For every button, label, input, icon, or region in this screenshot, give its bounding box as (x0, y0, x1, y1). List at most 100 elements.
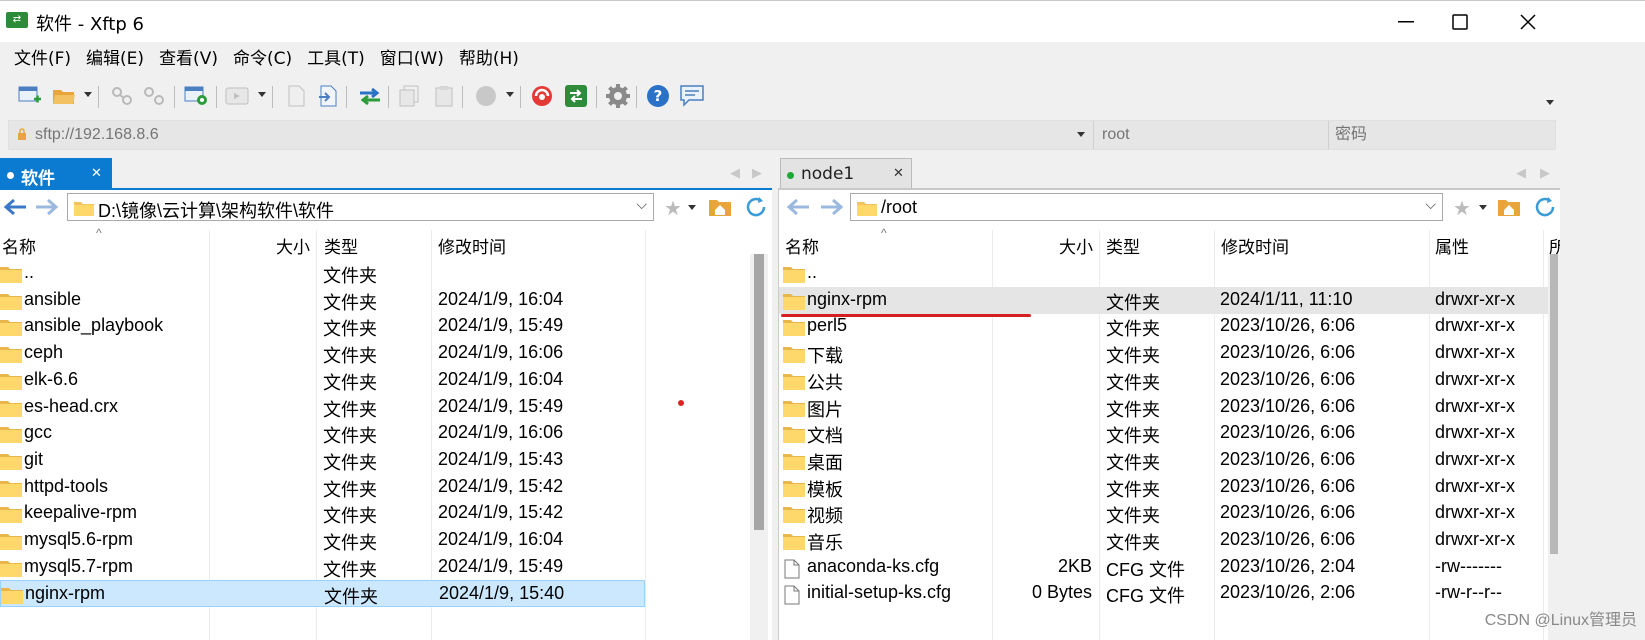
table-row[interactable]: 图片文件夹2023/10/26, 6:06drwxr-xr-xro (779, 394, 1560, 421)
table-row[interactable]: .. (779, 260, 1560, 287)
local-vertical-scrollbar[interactable] (750, 254, 768, 640)
encoding-dropdown-icon[interactable] (506, 92, 514, 97)
scrollbar-thumb[interactable] (1550, 254, 1558, 554)
column-type[interactable]: 类型 (324, 233, 358, 258)
chevron-down-icon[interactable]: ⌵ (636, 197, 647, 213)
connect-button[interactable] (108, 82, 136, 110)
bookmark-dropdown-icon[interactable] (1479, 205, 1487, 210)
menu-window[interactable]: 窗口(W) (380, 44, 444, 74)
copy-button[interactable] (396, 82, 424, 110)
table-row[interactable]: mysql5.7-rpm 文件夹 2024/1/9, 15:49 (0, 554, 748, 581)
menu-tools[interactable]: 工具(T) (307, 44, 365, 74)
menu-file[interactable]: 文件(F) (14, 44, 71, 74)
table-row[interactable]: nginx-rpm文件夹2024/1/11, 11:10drwxr-xr-xro (779, 286, 1560, 314)
bookmark-star-icon[interactable]: ★ (1453, 196, 1471, 220)
column-size[interactable]: 大小 (1059, 233, 1093, 258)
host-history-dropdown-icon[interactable] (1077, 132, 1085, 137)
tab-close-icon[interactable]: ✕ (893, 166, 904, 181)
tab-close-icon[interactable]: ✕ (91, 166, 102, 181)
terminal-dropdown-icon[interactable] (258, 92, 266, 97)
table-row[interactable]: httpd-tools 文件夹 2024/1/9, 15:42 (0, 474, 748, 501)
menu-edit[interactable]: 编辑(E) (86, 44, 144, 74)
table-row[interactable]: git 文件夹 2024/1/9, 15:43 (0, 447, 748, 474)
chevron-down-icon[interactable]: ⌵ (1425, 197, 1436, 213)
refresh-icon[interactable] (744, 196, 768, 218)
host-input[interactable] (35, 121, 1075, 149)
table-row[interactable]: gcc 文件夹 2024/1/9, 16:06 (0, 420, 748, 447)
password-input[interactable] (1335, 121, 1555, 149)
column-attributes[interactable]: 属性 (1435, 233, 1469, 258)
xshell-button[interactable] (528, 82, 556, 110)
table-row[interactable]: initial-setup-ks.cfg 0 Bytes CFG 文件 2023/10… (779, 580, 1560, 607)
table-row[interactable]: 模板文件夹2023/10/26, 6:06drwxr-xr-xro (779, 474, 1560, 501)
new-session-button[interactable] (16, 82, 44, 110)
menu-help[interactable]: 帮助(H) (459, 44, 519, 74)
tab-local[interactable]: 软件 ✕ (0, 158, 112, 190)
column-modified[interactable]: 修改时间 (438, 233, 506, 258)
table-row[interactable]: keepalive-rpm 文件夹 2024/1/9, 15:42 (0, 500, 748, 527)
new-file-button[interactable] (282, 82, 310, 110)
forward-arrow-icon[interactable] (819, 197, 845, 217)
minimize-button[interactable] (1376, 5, 1436, 39)
bookmark-dropdown-icon[interactable] (688, 205, 696, 210)
terminal-button[interactable] (224, 82, 252, 110)
session-settings-button[interactable] (182, 82, 210, 110)
table-row[interactable]: elk-6.6 文件夹 2024/1/9, 16:04 (0, 367, 748, 394)
scrollbar-thumb[interactable] (754, 254, 764, 530)
tab-scroll-left-icon[interactable]: ◀ (1516, 166, 1526, 181)
home-folder-icon[interactable] (708, 197, 732, 217)
help-button[interactable]: ? (644, 82, 672, 110)
toolbar-overflow-icon[interactable] (1546, 100, 1554, 105)
table-row[interactable]: 公共文件夹2023/10/26, 6:06drwxr-xr-xro (779, 367, 1560, 394)
column-type[interactable]: 类型 (1106, 233, 1140, 258)
back-arrow-icon[interactable] (2, 197, 28, 217)
back-arrow-icon[interactable] (785, 197, 811, 217)
username-input[interactable] (1102, 121, 1328, 149)
table-row[interactable]: 视频文件夹2023/10/26, 6:06drwxr-xr-xro (779, 500, 1560, 527)
table-row[interactable]: perl5文件夹2023/10/26, 6:06drwxr-xr-xro (779, 313, 1560, 340)
menu-view[interactable]: 查看(V) (159, 44, 218, 74)
tab-remote[interactable]: node1 ✕ (780, 158, 912, 190)
table-row[interactable]: nginx-rpm 文件夹 2024/1/9, 15:40 (0, 580, 645, 608)
forward-arrow-icon[interactable] (34, 197, 60, 217)
remote-vertical-scrollbar[interactable] (1548, 254, 1560, 640)
column-size[interactable]: 大小 (276, 233, 310, 258)
transfer-button[interactable] (314, 82, 342, 110)
open-folder-button[interactable] (50, 82, 78, 110)
feedback-button[interactable] (678, 82, 706, 110)
local-path-combobox[interactable]: D:\镜像\云计算\架构软件\软件 ⌵ (67, 193, 654, 221)
xftp-button[interactable] (562, 82, 590, 110)
tab-scroll-right-icon[interactable]: ▶ (752, 166, 762, 181)
maximize-button[interactable] (1430, 5, 1490, 39)
table-row[interactable]: 文档文件夹2023/10/26, 6:06drwxr-xr-xro (779, 420, 1560, 447)
tab-scroll-left-icon[interactable]: ◀ (730, 166, 740, 181)
remote-path-combobox[interactable]: /root ⌵ (850, 193, 1443, 221)
table-row[interactable]: 音乐文件夹2023/10/26, 6:06drwxr-xr-xro (779, 527, 1560, 554)
table-row[interactable]: anaconda-ks.cfg 2KB CFG 文件 2023/10/26, 2:04… (779, 554, 1560, 581)
table-row[interactable]: 桌面文件夹2023/10/26, 6:06drwxr-xr-xro (779, 447, 1560, 474)
table-row[interactable]: mysql5.6-rpm 文件夹 2024/1/9, 16:04 (0, 527, 748, 554)
close-button[interactable] (1498, 5, 1558, 39)
home-folder-icon[interactable] (1497, 197, 1521, 217)
tab-label: 软件 (21, 169, 55, 189)
table-row[interactable]: .. 文件夹 (0, 260, 748, 287)
file-name: git (24, 448, 44, 469)
refresh-icon[interactable] (1533, 196, 1557, 218)
column-name[interactable]: 名称 (785, 233, 819, 258)
tab-scroll-right-icon[interactable]: ▶ (1540, 166, 1550, 181)
table-row[interactable]: ansible 文件夹 2024/1/9, 16:04 (0, 287, 748, 314)
bookmark-star-icon[interactable]: ★ (664, 196, 682, 220)
options-button[interactable] (604, 82, 632, 110)
table-row[interactable]: 下载文件夹2023/10/26, 6:06drwxr-xr-xro (779, 340, 1560, 367)
open-dropdown-icon[interactable] (84, 92, 92, 97)
paste-button[interactable] (430, 82, 458, 110)
table-row[interactable]: ansible_playbook 文件夹 2024/1/9, 15:49 (0, 313, 748, 340)
sync-button[interactable] (356, 82, 384, 110)
menu-command[interactable]: 命令(C) (233, 44, 292, 74)
column-modified[interactable]: 修改时间 (1221, 233, 1289, 258)
table-row[interactable]: es-head.crx 文件夹 2024/1/9, 15:49 (0, 394, 748, 421)
disconnect-button[interactable] (140, 82, 168, 110)
table-row[interactable]: ceph 文件夹 2024/1/9, 16:06 (0, 340, 748, 367)
encoding-button[interactable] (472, 82, 500, 110)
column-name[interactable]: 名称 (2, 233, 36, 258)
